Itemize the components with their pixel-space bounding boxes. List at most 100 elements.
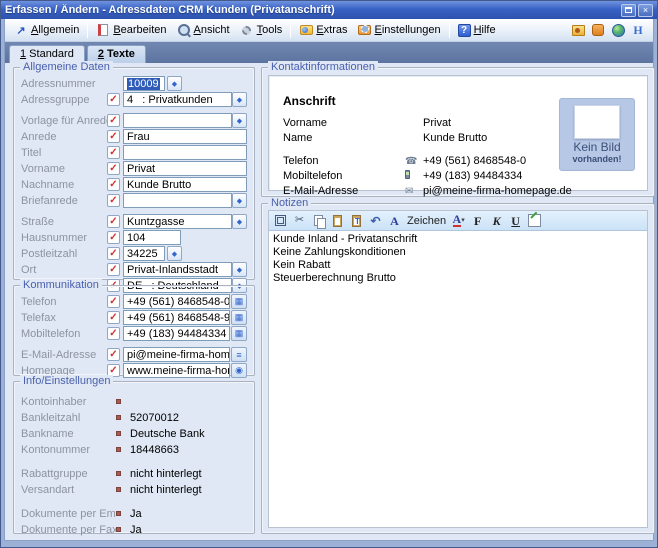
contact-row: VornamePrivat — [283, 116, 451, 130]
field-check-icon[interactable]: ✓ — [107, 178, 120, 191]
dialpad-icon: ▦ — [235, 312, 244, 323]
field-check-icon[interactable]: ✓ — [107, 327, 120, 340]
menu-extras[interactable]: Extras — [294, 21, 352, 39]
globe-button[interactable] — [611, 23, 625, 37]
dropdown-button[interactable]: ◆ — [232, 92, 247, 107]
adressnummer-spinner-button[interactable]: ◆ — [167, 76, 182, 91]
titel-field[interactable] — [123, 145, 247, 160]
field-check-icon[interactable]: ✓ — [107, 348, 120, 361]
info-value: 18448663 — [130, 444, 179, 456]
field-check-icon[interactable]: ✓ — [107, 114, 120, 127]
font-button[interactable]: A — [388, 214, 401, 228]
adressgruppe-select[interactable]: 4 : Privatkunden — [123, 92, 232, 107]
contact-card-button[interactable] — [571, 23, 585, 37]
menu-bar: ↗ Allgemein Bearbeiten Ansicht Tools Ext… — [5, 19, 653, 42]
vorlage-select[interactable] — [123, 113, 232, 128]
bullet-icon — [116, 487, 121, 492]
group-notizen: Notizen ✂ ↶ A Zeichen A▾ F K U — [261, 203, 655, 534]
vorname-field[interactable]: Privat — [123, 161, 247, 176]
field-label: Straße — [21, 216, 107, 228]
menu-ansicht[interactable]: Ansicht — [172, 21, 235, 39]
font-color-icon: A — [453, 214, 462, 227]
note-line: Kunde Inland - Privatanschrift — [273, 233, 643, 246]
compose-email-button[interactable]: ≡ — [231, 347, 247, 362]
fullscreen-button[interactable] — [274, 214, 287, 228]
bullet-icon — [116, 527, 121, 532]
basket-button[interactable] — [591, 23, 605, 37]
paste-button[interactable] — [331, 214, 344, 228]
bold-button[interactable]: F — [471, 214, 484, 228]
field-check-icon[interactable]: ✓ — [107, 263, 120, 276]
mobiltelefon-field[interactable]: +49 (183) 94484334 — [123, 326, 230, 341]
group-title: Kommunikation — [20, 279, 102, 291]
anrede-field[interactable]: Frau — [123, 129, 247, 144]
info-value: 52070012 — [130, 412, 179, 424]
field-check-icon[interactable]: ✓ — [107, 295, 120, 308]
dropdown-button[interactable]: ◆ — [232, 262, 247, 277]
menu-hilfe[interactable]: ? Hilfe — [453, 22, 501, 39]
group-allgemeine-daten: Allgemeine Daten Adressnummer 10009 ◆ Ad… — [13, 67, 255, 280]
open-url-button[interactable]: ◉ — [231, 363, 247, 378]
edit-note-button[interactable] — [528, 214, 541, 228]
copy-button[interactable] — [312, 214, 325, 228]
paste-text-button[interactable] — [350, 214, 363, 228]
field-row-mobiltelefon: Mobiltelefon ✓ +49 (183) 94484334 ▦ — [21, 326, 247, 341]
info-row: Kontonummer18448663 — [21, 442, 247, 457]
plz-field[interactable]: 34225 — [123, 246, 165, 261]
paste-text-icon — [352, 215, 361, 227]
bullet-icon — [116, 415, 121, 420]
dropdown-button[interactable]: ◆ — [232, 113, 247, 128]
dropdown-button[interactable]: ◆ — [232, 214, 247, 229]
bullet-icon — [116, 431, 121, 436]
italic-button[interactable]: K — [490, 214, 503, 228]
dial-button[interactable]: ▦ — [231, 326, 247, 341]
homepage-field[interactable]: www.meine-firma-homepage.de — [123, 363, 230, 378]
field-row-vorlage: Vorlage für Anrede ✓ ◆ — [21, 113, 247, 128]
note-line: Steuerberechnung Brutto — [273, 272, 643, 285]
close-icon: × — [643, 6, 648, 15]
email-icon: ✉ — [405, 186, 423, 197]
menu-allgemein[interactable]: ↗ Allgemein — [9, 21, 84, 39]
briefanrede-select[interactable] — [123, 193, 232, 208]
field-check-icon[interactable]: ✓ — [107, 93, 120, 106]
field-check-icon[interactable]: ✓ — [107, 311, 120, 324]
close-button[interactable]: × — [638, 4, 653, 17]
nachname-field[interactable]: Kunde Brutto — [123, 177, 247, 192]
email-field[interactable]: pi@meine-firma-homepage.de — [123, 347, 230, 362]
notes-editor: ✂ ↶ A Zeichen A▾ F K U Kunde I — [268, 210, 648, 528]
cut-button[interactable]: ✂ — [293, 214, 306, 228]
field-check-icon[interactable]: ✓ — [107, 231, 120, 244]
notes-textarea[interactable]: Kunde Inland - Privatanschrift Keine Zah… — [269, 231, 647, 527]
font-color-button[interactable]: A▾ — [452, 214, 465, 228]
undo-button[interactable]: ↶ — [369, 214, 382, 228]
ort-select[interactable]: Privat-Inlandsstadt — [123, 262, 232, 277]
field-row-ort: Ort ✓ Privat-Inlandsstadt ◆ — [21, 262, 247, 277]
info-row: Versandartnicht hinterlegt — [21, 482, 247, 497]
underline-button[interactable]: U — [509, 214, 522, 228]
field-check-icon[interactable]: ✓ — [107, 247, 120, 260]
restore-button[interactable] — [621, 4, 636, 17]
strasse-select[interactable]: Kuntzgasse — [123, 214, 232, 229]
dial-button[interactable]: ▦ — [231, 294, 247, 309]
field-check-icon[interactable]: ✓ — [107, 194, 120, 207]
hausnummer-field[interactable]: 104 — [123, 230, 181, 245]
contact-value: pi@meine-firma-homepage.de — [423, 185, 572, 197]
menu-tools[interactable]: Tools — [235, 21, 288, 39]
field-check-icon[interactable]: ✓ — [107, 130, 120, 143]
field-check-icon[interactable]: ✓ — [107, 162, 120, 175]
menu-einstellungen[interactable]: Einstellungen — [353, 21, 446, 39]
menu-bearbeiten[interactable]: Bearbeiten — [91, 21, 171, 39]
telefon-field[interactable]: +49 (561) 8468548-0 — [123, 294, 230, 309]
field-check-icon[interactable]: ✓ — [107, 215, 120, 228]
field-check-icon[interactable]: ✓ — [107, 146, 120, 159]
telefax-field[interactable]: +49 (561) 8468548-99 — [123, 310, 230, 325]
caret-down-icon: ▾ — [461, 217, 465, 224]
adressnummer-field[interactable]: 10009 — [123, 76, 165, 91]
info-value: nicht hinterlegt — [130, 468, 202, 480]
field-row-adressnummer: Adressnummer 10009 ◆ — [21, 76, 247, 91]
notes-toolbar: ✂ ↶ A Zeichen A▾ F K U — [269, 211, 647, 231]
homebanking-button[interactable]: H — [631, 23, 645, 37]
dial-button[interactable]: ▦ — [231, 310, 247, 325]
plz-spinner-button[interactable]: ◆ — [167, 246, 182, 261]
dropdown-button[interactable]: ◆ — [232, 193, 247, 208]
